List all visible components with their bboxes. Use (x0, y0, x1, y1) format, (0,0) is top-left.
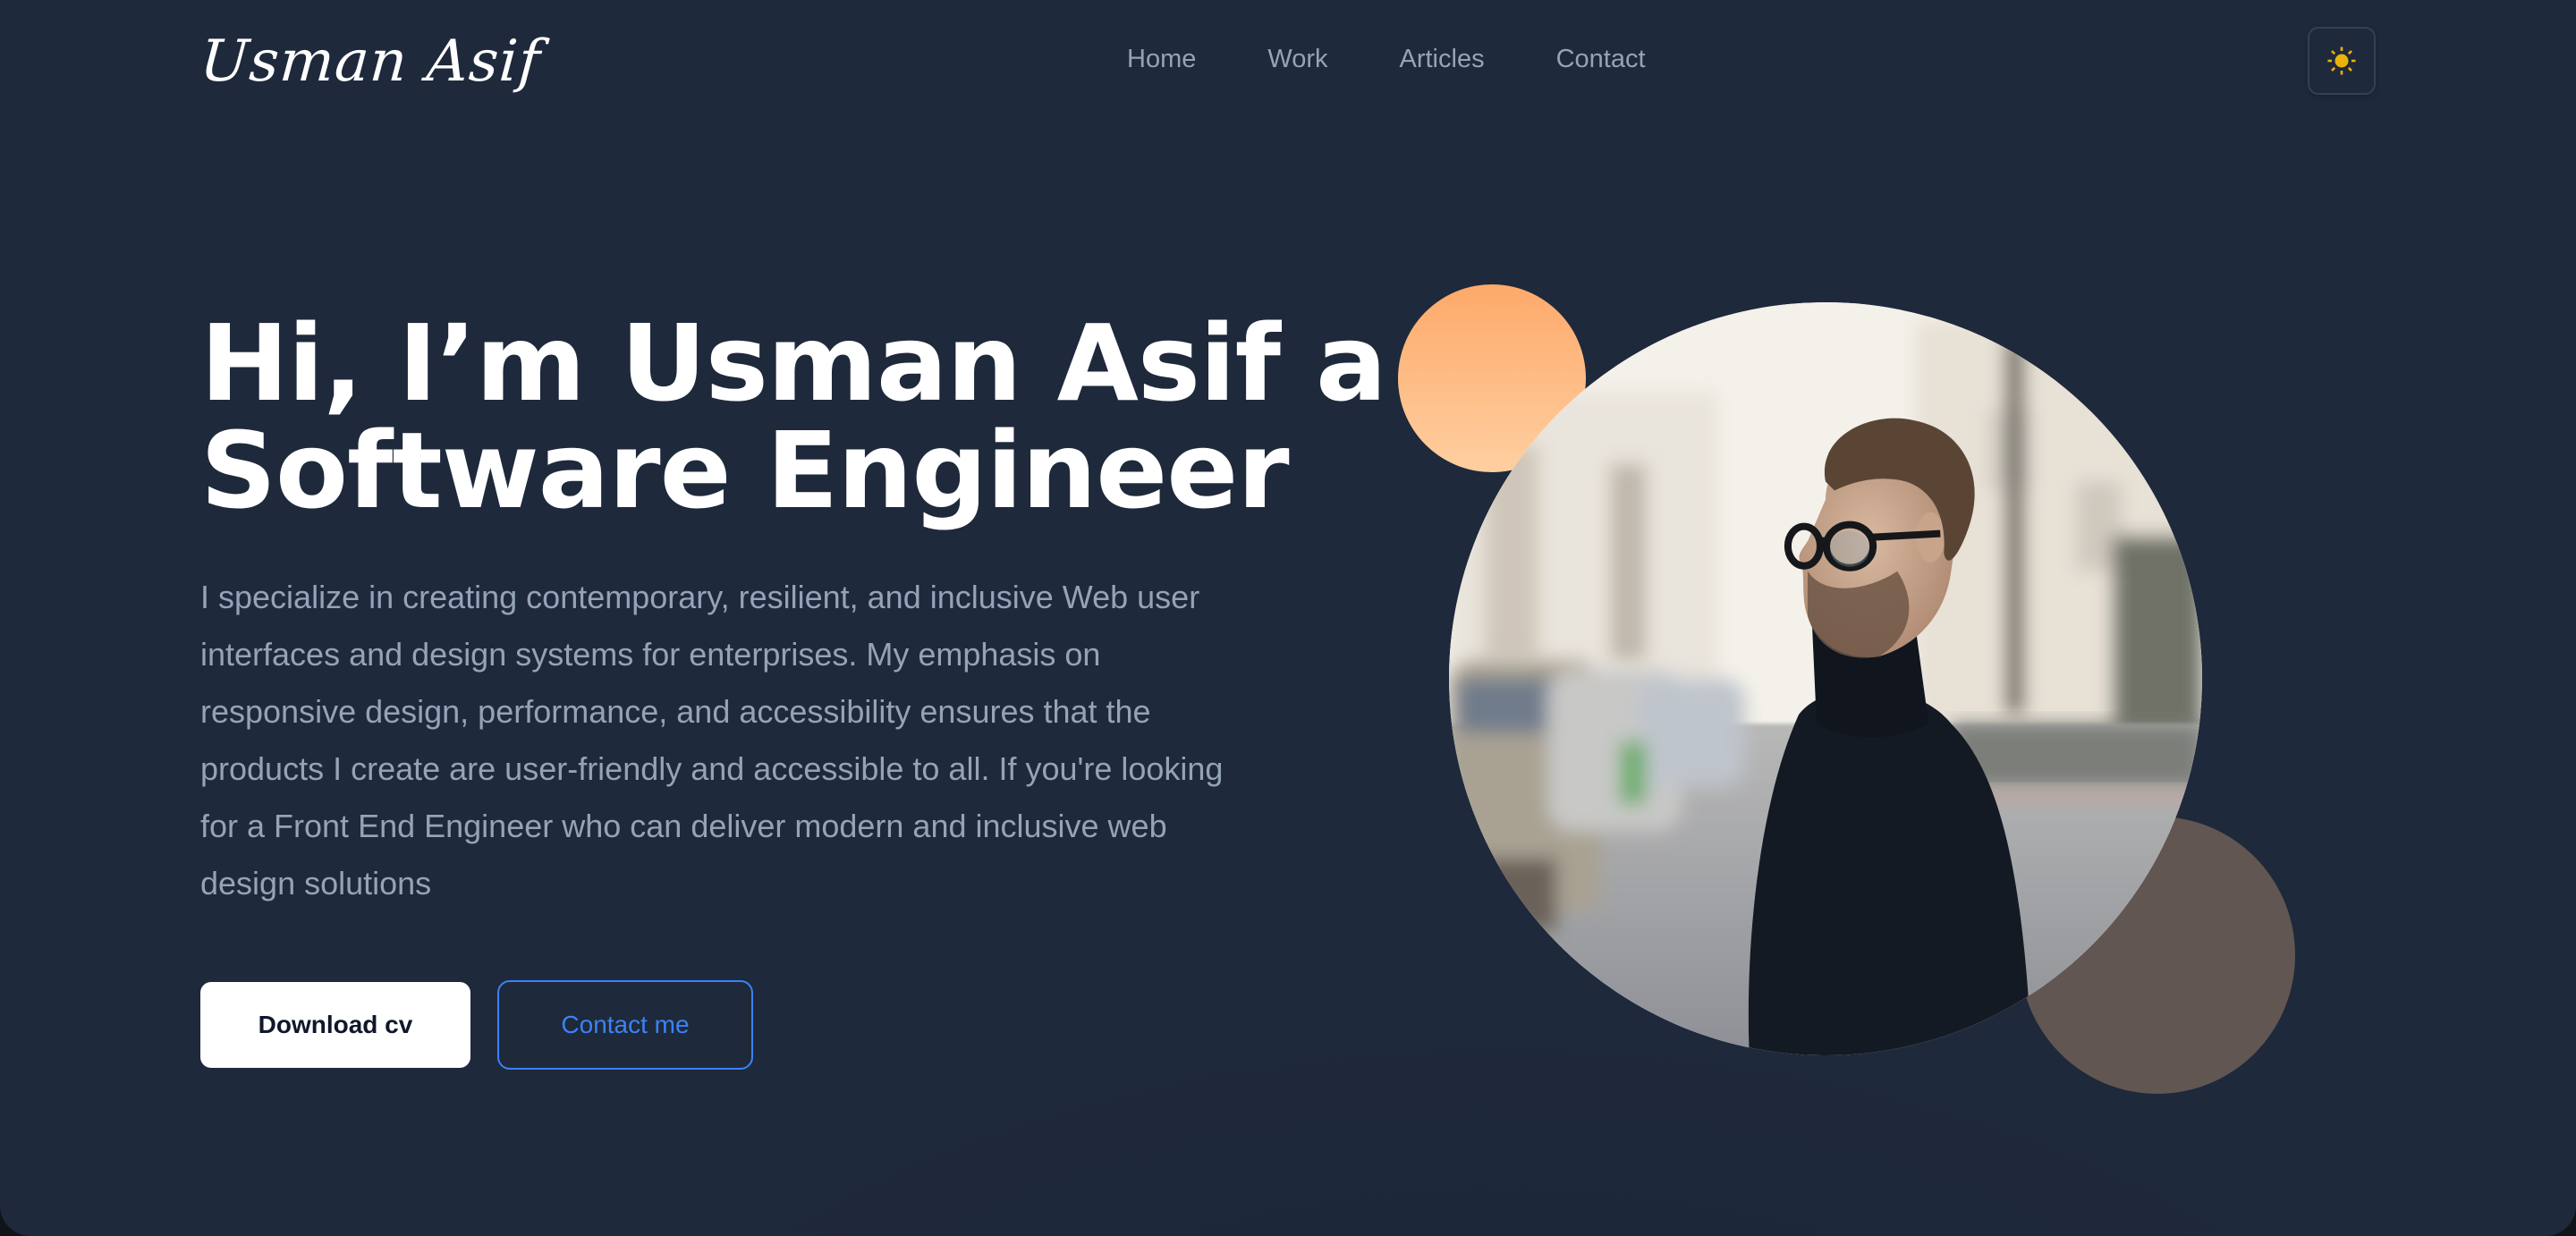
logo-text: Usman Asif (198, 29, 543, 95)
browser-viewport: Usman Asif Home Work Articles Contact Hi… (0, 0, 2576, 1236)
contact-me-button[interactable]: Contact me (497, 980, 753, 1070)
download-cv-button[interactable]: Download cv (200, 982, 470, 1068)
site-logo[interactable]: Usman Asif (198, 23, 543, 100)
nav-link-home[interactable]: Home (1127, 39, 1232, 79)
portrait-illustration (1449, 302, 2202, 1055)
nav-link-articles[interactable]: Articles (1364, 39, 1521, 79)
nav-link-work[interactable]: Work (1232, 39, 1363, 79)
headline-line-2: Software Engineer (200, 409, 1290, 532)
headline-line-1: Hi, I’m Usman Asif a (200, 301, 1387, 425)
portrait-photo (1449, 302, 2202, 1055)
main-nav: Home Work Articles Contact (1127, 39, 1682, 79)
nav-link-contact[interactable]: Contact (1521, 39, 1682, 79)
hero-intro: I specialize in creating contemporary, r… (200, 579, 1224, 902)
hero-actions: Download cv Contact me (200, 980, 753, 1070)
sun-icon (2327, 47, 2356, 75)
theme-toggle-button[interactable] (2308, 27, 2376, 95)
hero-headline: Hi, I’m Usman Asif a Software Engineer (200, 301, 1387, 532)
